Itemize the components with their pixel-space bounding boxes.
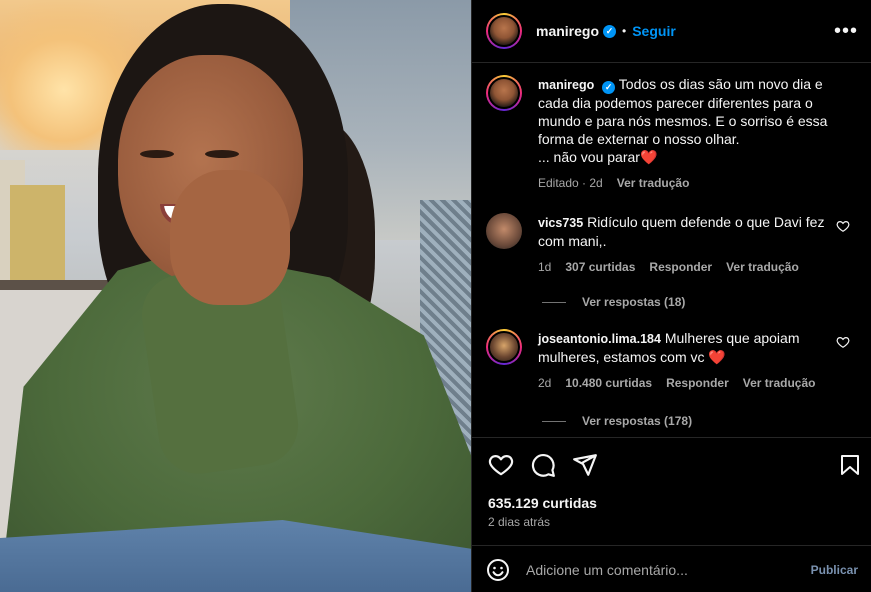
caption-translate-link[interactable]: Ver tradução: [617, 174, 690, 192]
comment-icon[interactable]: [530, 452, 556, 478]
comments-section[interactable]: manirego ✓ Todos os dias são um novo dia…: [472, 63, 871, 437]
commenter-avatar[interactable]: [486, 213, 522, 249]
more-options-icon[interactable]: •••: [834, 20, 858, 43]
photo-hand: [170, 170, 290, 305]
follow-button[interactable]: Seguir: [632, 23, 676, 39]
publish-button[interactable]: Publicar: [811, 563, 858, 577]
view-replies-button[interactable]: Ver respostas (178): [542, 414, 692, 428]
share-icon[interactable]: [572, 452, 598, 478]
view-replies-label: Ver respostas (178): [582, 414, 693, 428]
heart-emoji: ❤️: [639, 149, 658, 165]
comment-item: vics735 Ridículo quem defende o que Davi…: [486, 213, 858, 276]
reply-button[interactable]: Responder: [649, 258, 712, 276]
caption: manirego ✓ Todos os dias são um novo dia…: [486, 75, 858, 192]
verified-badge-icon: ✓: [602, 81, 616, 94]
view-replies-button[interactable]: Ver respostas (18): [542, 295, 685, 309]
commenter-avatar[interactable]: [486, 329, 522, 365]
photo-eye: [205, 150, 239, 158]
post-date[interactable]: 2 dias atrás: [488, 515, 550, 529]
commenter-username[interactable]: vics735: [538, 216, 583, 230]
heart-icon[interactable]: [836, 335, 850, 349]
comment-likes[interactable]: 307 curtidas: [565, 258, 635, 276]
photo-eye: [140, 150, 174, 158]
post-header: manirego ✓ • Seguir •••: [472, 0, 871, 63]
caption-text-2: ... não vou parar: [538, 149, 640, 165]
comment-age[interactable]: 1d: [538, 258, 551, 276]
heart-icon[interactable]: [836, 219, 850, 233]
post-photo[interactable]: [0, 0, 471, 592]
comment-item: joseantonio.lima.184 Mulheres que apoiam…: [486, 329, 858, 392]
edited-label: Editado: [538, 176, 579, 190]
author-avatar[interactable]: [486, 75, 522, 111]
commenter-username[interactable]: joseantonio.lima.184: [538, 332, 661, 346]
comment-age[interactable]: 2d: [538, 374, 551, 392]
caption-age[interactable]: 2d: [589, 176, 602, 190]
reply-button[interactable]: Responder: [666, 374, 729, 392]
photo-building: [10, 185, 65, 280]
author-username[interactable]: manirego: [536, 23, 599, 39]
author-avatar[interactable]: [486, 13, 522, 49]
add-comment-bar: Publicar: [472, 545, 871, 592]
likes-count[interactable]: 635.129 curtidas: [488, 495, 597, 511]
translate-link[interactable]: Ver tradução: [743, 374, 816, 392]
comment-input[interactable]: [526, 561, 811, 578]
separator-dot: •: [622, 24, 627, 38]
post-panel: manirego ✓ • Seguir ••• manirego ✓ Todos…: [471, 0, 871, 592]
bookmark-icon[interactable]: [838, 453, 862, 477]
heart-emoji: ❤️: [708, 349, 726, 365]
caption-username[interactable]: manirego: [538, 78, 594, 92]
translate-link[interactable]: Ver tradução: [726, 258, 799, 276]
post-actions: 635.129 curtidas 2 dias atrás Publicar: [472, 437, 871, 592]
view-replies-label: Ver respostas (18): [582, 295, 686, 309]
emoji-icon[interactable]: [486, 558, 510, 582]
verified-badge-icon: ✓: [603, 24, 617, 38]
comment-likes[interactable]: 10.480 curtidas: [565, 374, 652, 392]
heart-icon[interactable]: [488, 452, 514, 478]
